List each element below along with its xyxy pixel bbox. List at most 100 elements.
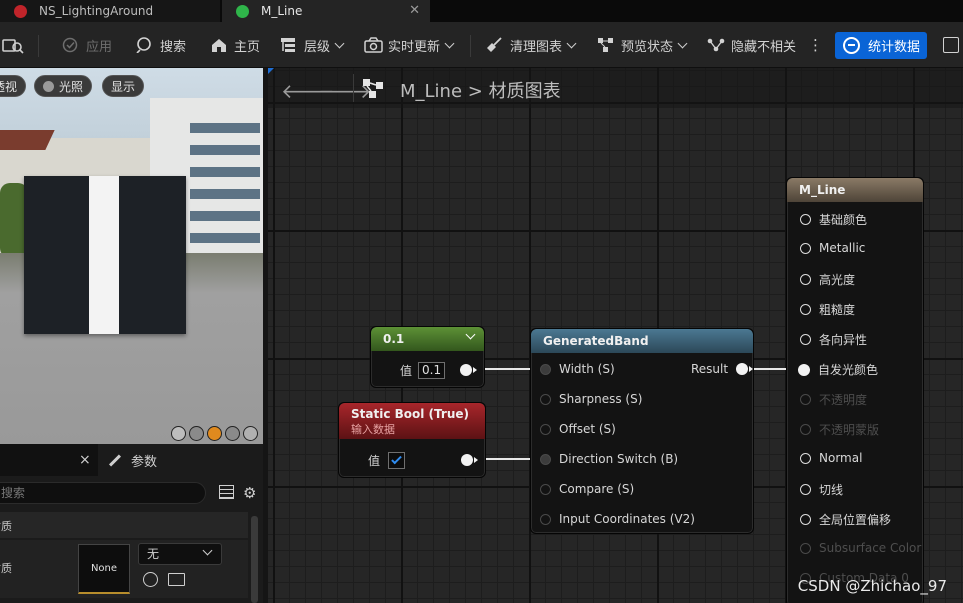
generated-band-header[interactable]: GeneratedBand (531, 329, 753, 353)
background-roof (0, 130, 55, 150)
result-pin-world-position-offset[interactable]: 全局位置偏移 (800, 511, 891, 528)
static-bool-node-header[interactable]: Static Bool (True) 输入数据 (339, 403, 485, 439)
document-tab-bar: NS_LightingAround M_Line ✕ (0, 0, 963, 22)
show-label: 显示 (111, 79, 136, 94)
breadcrumb-graph[interactable]: 材质图表 (489, 81, 561, 102)
input-pin-sharpness[interactable]: Sharpness (S) (540, 392, 642, 406)
pencil-icon (108, 453, 122, 467)
material-preview-plane (24, 176, 186, 334)
use-selected-asset-icon[interactable] (143, 572, 158, 587)
close-tab-icon[interactable]: ✕ (409, 3, 420, 18)
settings-gear-icon[interactable]: ⚙ (243, 484, 256, 502)
input-pin-offset[interactable]: Offset (S) (540, 422, 616, 436)
result-pin-specular[interactable]: 高光度 (800, 271, 855, 288)
home-label: 主页 (234, 39, 261, 55)
toolbar-separator (470, 35, 471, 57)
constant-node-header[interactable]: 0.1 (371, 327, 484, 351)
output-pin-icon[interactable] (461, 454, 478, 469)
tab-ns-lightingaround[interactable]: NS_LightingAround (0, 0, 220, 22)
static-bool-subtitle: 输入数据 (351, 423, 395, 436)
hide-unrelated-button[interactable]: 隐藏不相关 (707, 34, 796, 56)
value-label: 值 (368, 454, 381, 468)
pin-label: Input Coordinates (V2) (559, 512, 695, 526)
preview-sphere-icon[interactable] (189, 426, 204, 441)
material-row: 材质 None 无 (0, 540, 248, 598)
pin-label: 粗糙度 (819, 303, 856, 317)
preview-cube-icon[interactable] (225, 426, 240, 441)
search-button[interactable]: 搜索 (136, 34, 186, 56)
result-pin-tangent[interactable]: 切线 (800, 481, 843, 498)
home-button[interactable]: 主页 (210, 34, 260, 56)
search-placeholder: 搜索 (1, 486, 26, 500)
material-result-node[interactable]: M_Line 基础颜色 Metallic 高光度 粗糙度 各向异性 自发光颜色 … (786, 177, 924, 603)
input-pin-compare[interactable]: Compare (S) (540, 482, 634, 496)
show-button[interactable]: 显示 (102, 75, 145, 97)
chevron-down-icon (566, 38, 577, 48)
material-graph-icon (363, 79, 385, 99)
result-pin-normal[interactable]: Normal (800, 451, 862, 465)
material-dropdown[interactable]: 无 (138, 543, 222, 565)
browse-asset-icon[interactable] (168, 573, 185, 586)
home-icon (210, 37, 228, 53)
result-pin-emissive-color[interactable]: 自发光颜色 (798, 361, 878, 378)
material-section-header[interactable]: 材质 (0, 512, 248, 538)
input-pin-width[interactable]: Width (S) (540, 362, 615, 376)
apply-button[interactable]: 应用 (62, 34, 112, 56)
perspective-label: 透视 (0, 79, 18, 94)
perspective-button[interactable]: 透视 (0, 75, 26, 97)
live-update-dropdown[interactable]: 实时更新 (364, 34, 455, 56)
static-bool-node[interactable]: Static Bool (True) 输入数据 值 (338, 402, 486, 478)
tab-parameters[interactable]: 参数 (98, 444, 263, 476)
main-toolbar: 应用 搜索 主页 层级 实时更新 清理图表 预览状态 隐藏不相关 ⋮ 统计数据 (0, 22, 963, 68)
result-pin-metallic[interactable]: Metallic (800, 241, 865, 255)
live-update-icon (364, 37, 383, 53)
live-update-label: 实时更新 (388, 39, 441, 55)
clean-graph-dropdown[interactable]: 清理图表 (486, 34, 577, 56)
table-view-icon[interactable] (219, 485, 234, 499)
pin-label: 高光度 (819, 273, 856, 287)
lit-icon (43, 80, 54, 92)
input-pin-direction-switch[interactable]: Direction Switch (B) (540, 452, 678, 466)
pin-label: Sharpness (S) (559, 392, 643, 406)
breadcrumb-separator-line (353, 74, 354, 102)
output-pin-icon[interactable] (460, 364, 477, 379)
breadcrumb-separator: > (467, 81, 483, 102)
search-icon (136, 37, 154, 54)
pin-label: 各向异性 (819, 333, 868, 347)
preview-plane-icon[interactable] (207, 426, 222, 441)
pin-label: Normal (819, 451, 863, 465)
bool-checkbox[interactable] (388, 452, 406, 469)
output-pin-icon (736, 363, 749, 375)
close-details-icon[interactable]: × (79, 452, 91, 468)
collapse-chevron-icon[interactable] (465, 329, 476, 340)
constant-value-field[interactable]: 0.1 (418, 362, 446, 379)
preview-cylinder-icon[interactable] (171, 426, 186, 441)
details-search-input[interactable]: 搜索 (0, 482, 206, 504)
result-node-header[interactable]: M_Line (787, 178, 923, 202)
details-scrollbar[interactable] (251, 516, 258, 603)
preview-viewport[interactable]: 透视 光照 显示 (0, 68, 263, 444)
hierarchy-dropdown[interactable]: 层级 (280, 34, 345, 56)
pin-label: 全局位置偏移 (819, 513, 892, 527)
breadcrumb-asset[interactable]: M_Line (400, 81, 462, 102)
constant-node[interactable]: 0.1 值 0.1 (370, 326, 485, 388)
result-pin-roughness[interactable]: 粗糙度 (800, 301, 855, 318)
output-pin-result[interactable]: Result (691, 362, 754, 376)
tab-m-line[interactable]: M_Line ✕ (222, 0, 430, 22)
browse-button[interactable] (2, 34, 26, 56)
panel-layout-icon[interactable] (943, 34, 959, 56)
result-pin-anisotropy[interactable]: 各向异性 (800, 331, 867, 348)
result-pin-base-color[interactable]: 基础颜色 (800, 211, 867, 228)
material-thumbnail[interactable]: None (78, 544, 130, 594)
lit-mode-button[interactable]: 光照 (34, 75, 93, 97)
stats-button[interactable]: 统计数据 (835, 32, 927, 59)
input-pin-input-coordinates[interactable]: Input Coordinates (V2) (540, 512, 695, 526)
thumbnail-label: None (90, 563, 118, 574)
preview-state-dropdown[interactable]: 预览状态 (597, 34, 688, 56)
more-options-icon[interactable]: ⋮ (808, 34, 823, 56)
result-pin-opacity-mask: 不透明蒙版 (800, 421, 879, 438)
hide-unrelated-icon (707, 37, 725, 53)
pin-label: Width (S) (559, 362, 615, 376)
preview-custom-mesh-icon[interactable] (243, 426, 258, 441)
generated-band-node[interactable]: GeneratedBand Width (S) Sharpness (S) Of… (530, 328, 754, 534)
